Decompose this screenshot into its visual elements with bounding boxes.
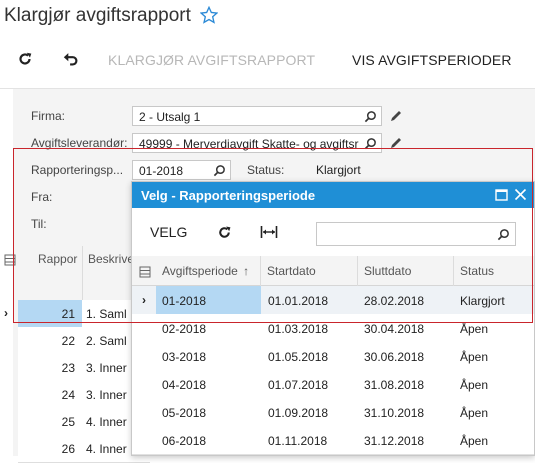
row-description: 3. Inner — [86, 361, 127, 375]
start-cell: 01.03.2018 — [268, 322, 329, 336]
period-cell: 02-2018 — [162, 322, 207, 336]
end-cell: 30.06.2018 — [364, 350, 425, 364]
status-cell: Åpen — [460, 406, 489, 420]
row-description: 3. Inner — [86, 388, 127, 402]
end-cell: 31.12.2018 — [364, 434, 425, 448]
row-number: 22 — [61, 334, 75, 348]
edit-pencil-icon[interactable] — [389, 109, 403, 123]
firma-field[interactable]: 2 - Utsalg 1 — [132, 106, 382, 126]
row-description: 2. Saml — [86, 334, 127, 348]
period-cell: 06-2018 — [162, 434, 207, 448]
status-cell: Åpen — [460, 378, 489, 392]
row-description: 4. Inner — [86, 415, 127, 429]
row-number: 25 — [61, 415, 75, 429]
period-cell: 04-2018 — [162, 378, 207, 392]
show-periods-button[interactable]: VIS AVGIFTSPERIODER — [352, 52, 512, 68]
highlight-frame — [13, 148, 533, 323]
start-cell: 01.07.2018 — [268, 378, 329, 392]
status-cell: Åpen — [460, 350, 489, 364]
prepare-report-button[interactable]: KLARGJØR AVGIFTSRAPPORT — [108, 52, 315, 68]
end-cell: 31.10.2018 — [364, 406, 425, 420]
page-title: Klargjør avgiftsrapport — [4, 5, 191, 26]
row-number: 26 — [61, 442, 75, 456]
firma-value: 2 - Utsalg 1 — [139, 110, 201, 124]
start-cell: 01.11.2018 — [268, 434, 328, 448]
period-row[interactable]: 04-2018 01.07.2018 31.08.2018 Åpen — [132, 370, 534, 399]
status-cell: Åpen — [460, 322, 489, 336]
row-pointer-icon: › — [4, 306, 8, 320]
row-number: 23 — [61, 361, 75, 375]
row-description: 4. Inner — [86, 442, 127, 456]
period-row[interactable]: 03-2018 01.05.2018 30.06.2018 Åpen — [132, 342, 534, 371]
end-cell: 30.04.2018 — [364, 322, 425, 336]
row-number: 24 — [61, 388, 75, 402]
start-cell: 01.09.2018 — [268, 406, 329, 420]
period-row[interactable]: 06-2018 01.11.2018 31.12.2018 Åpen — [132, 426, 534, 455]
period-cell: 03-2018 — [162, 350, 207, 364]
end-cell: 31.08.2018 — [364, 378, 425, 392]
refresh-icon[interactable] — [16, 50, 34, 68]
status-cell: Åpen — [460, 434, 489, 448]
firma-label: Firma: — [31, 109, 65, 123]
period-cell: 05-2018 — [162, 406, 207, 420]
period-row[interactable]: 05-2018 01.09.2018 31.10.2018 Åpen — [132, 398, 534, 427]
undo-icon[interactable] — [62, 50, 80, 68]
start-cell: 01.05.2018 — [268, 350, 329, 364]
favorite-star-icon[interactable] — [200, 6, 218, 24]
search-icon[interactable] — [364, 110, 377, 123]
